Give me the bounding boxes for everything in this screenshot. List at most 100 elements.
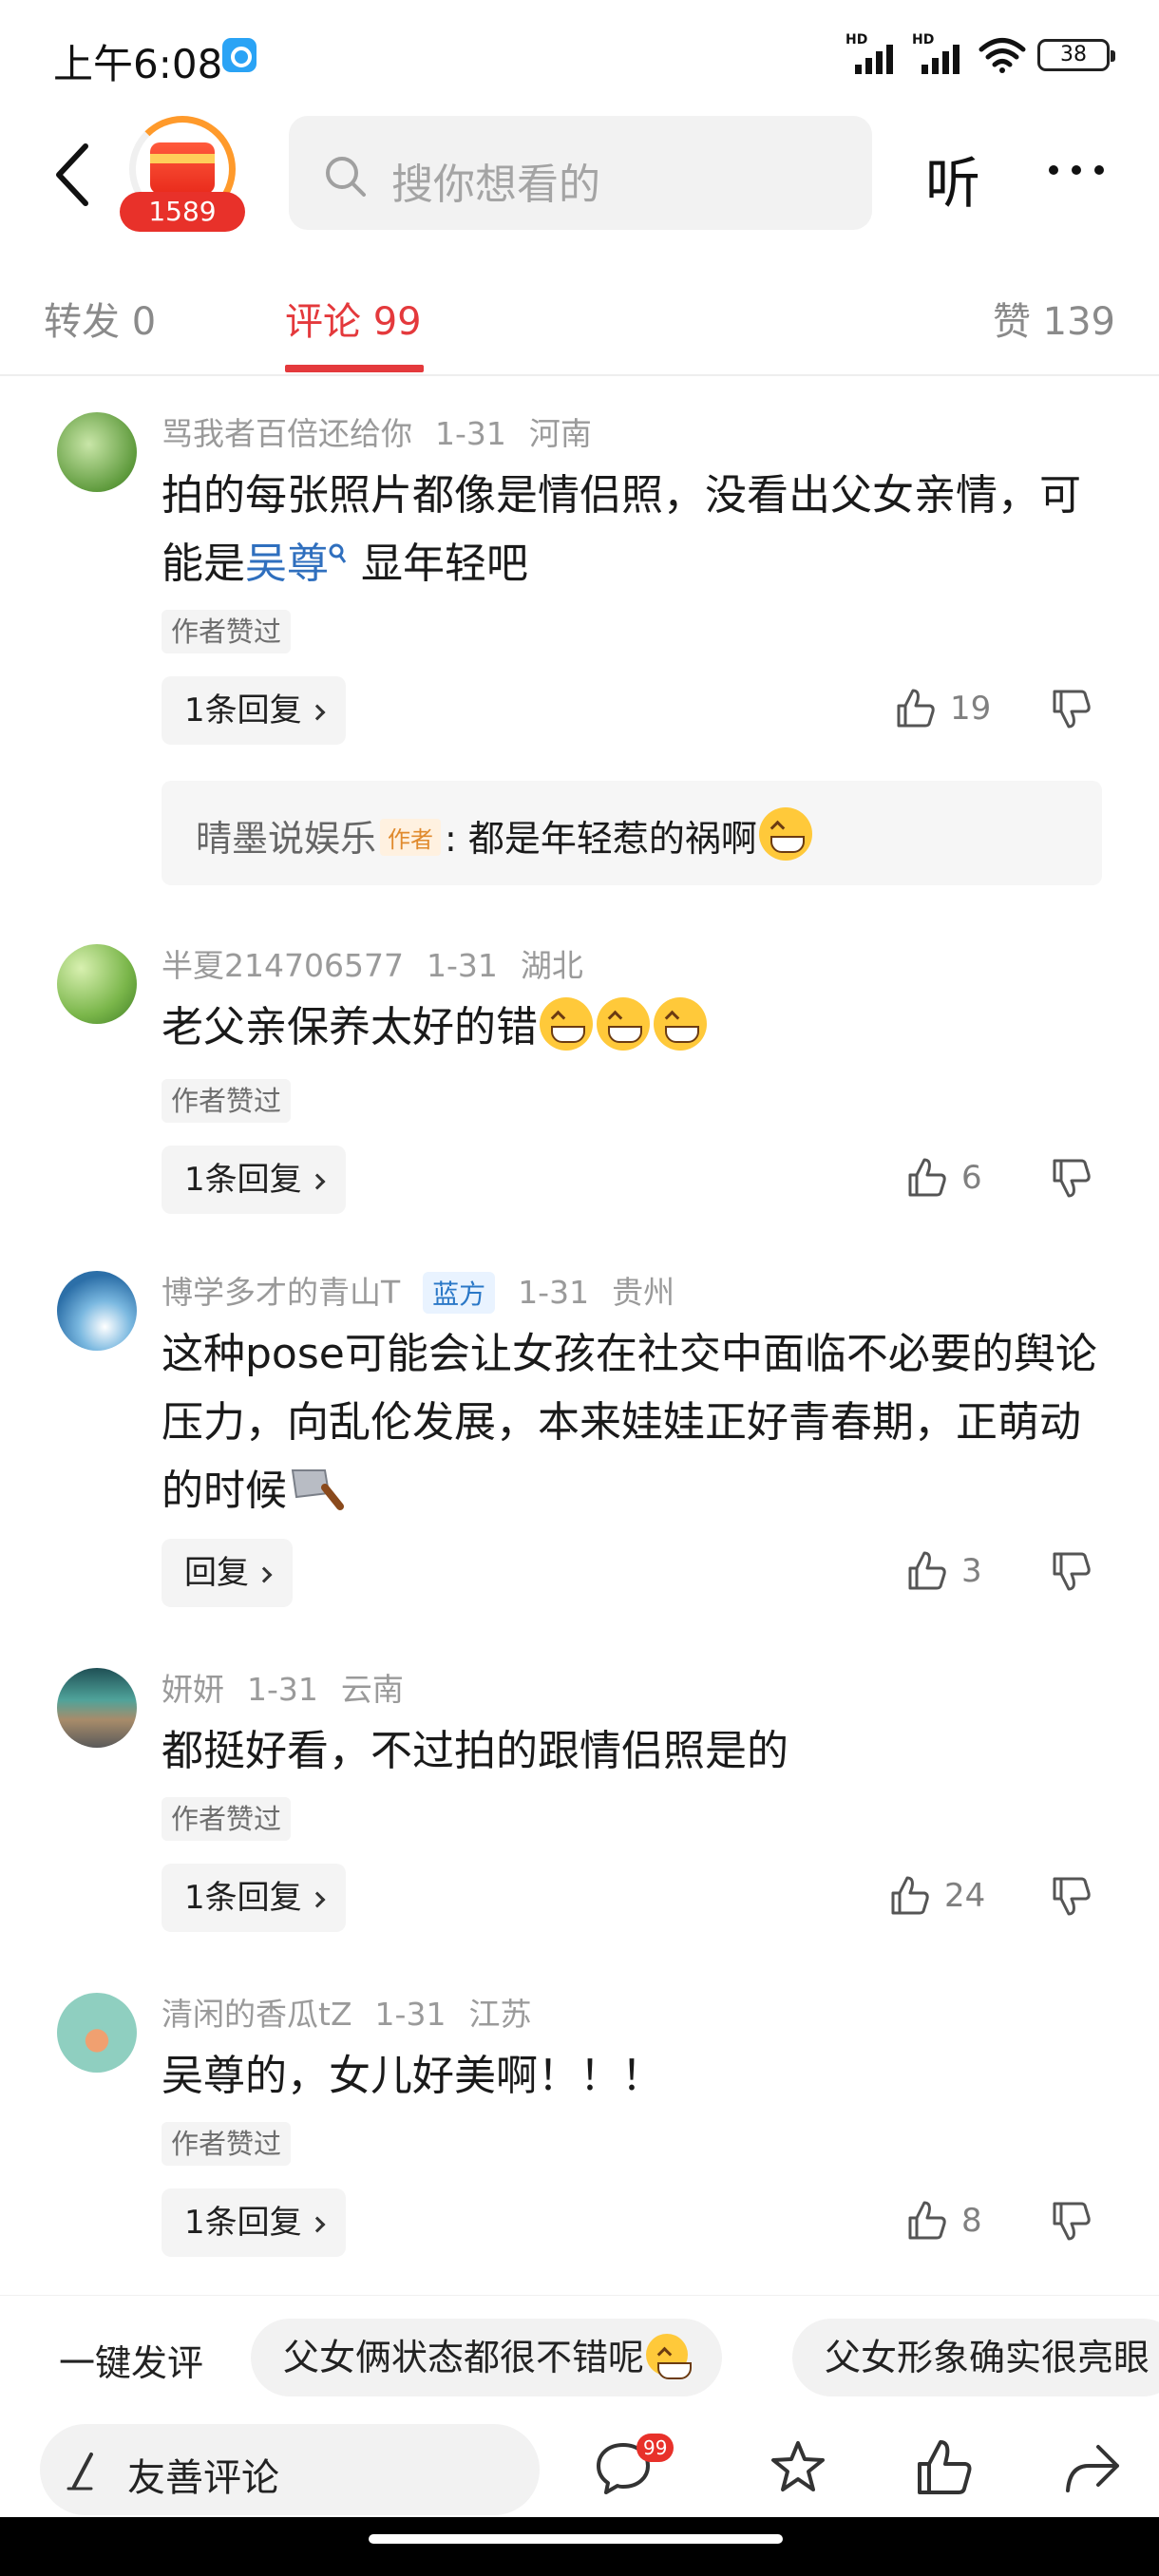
listen-button[interactable]: 听 (925, 139, 980, 218)
username[interactable]: 半夏214706577 (162, 947, 404, 984)
status-time: 上午6:08 (53, 41, 223, 87)
top-nav: 1589 搜你想看的 听 (0, 112, 1159, 236)
author-liked-tag: 作者赞过 (162, 1079, 292, 1123)
like-count: 19 (950, 690, 992, 728)
comment-text-part: 吴尊的，女儿好美啊！！！ (162, 2052, 663, 2100)
tab-bar: 转发 0 评论 99 赞 139 (0, 266, 1159, 376)
status-bar: 上午6:08 HD HD 38 (0, 0, 1159, 112)
battery-icon: 38 (1037, 39, 1115, 71)
quick-comment-chip[interactable]: 父女形象确实很亮眼 (792, 2319, 1159, 2396)
view-replies-button[interactable]: 1条回复 (162, 676, 346, 745)
comment-location: 湖北 (520, 947, 583, 984)
comment-meta: 半夏214706577 1-31 湖北 (162, 940, 606, 986)
grin-emoji-icon (654, 997, 707, 1051)
username[interactable]: 妍妍 (162, 1671, 224, 1708)
comment-date: 1-31 (374, 1996, 446, 2033)
like-button[interactable]: 3 (906, 1550, 982, 1592)
reply-label: 1条回复 (184, 1161, 302, 1199)
avatar[interactable] (57, 1668, 137, 1748)
reply-label: 回复 (184, 1554, 249, 1592)
comment-date: 1-31 (426, 947, 498, 984)
sub-reply-text: 晴墨说娱乐 作者: 都是年轻惹的祸啊 (196, 807, 814, 862)
reply-label: 1条回复 (184, 2204, 302, 2242)
view-replies-button[interactable]: 1条回复 (162, 1146, 346, 1214)
red-packet-icon (150, 142, 215, 194)
tab-repost[interactable]: 转发 0 (44, 291, 156, 346)
username[interactable]: 清闲的香瓜tZ (162, 1996, 352, 2033)
comment-text: 这种pose可能会让女孩在社交中面临不必要的舆论压力，向乱伦发展，本来娃娃正好青… (162, 1320, 1102, 1525)
comment-date: 1-31 (247, 1671, 318, 1708)
comment-text: 都挺好看，不过拍的跟情侣照是的 (162, 1717, 1102, 1786)
comment-text: 吴尊的，女儿好美啊！！！ (162, 2042, 1102, 2111)
view-replies-button[interactable]: 1条回复 (162, 1864, 346, 1932)
author-liked-tag: 作者赞过 (162, 2122, 292, 2166)
back-arrow-icon[interactable] (49, 141, 97, 209)
like-count: 24 (944, 1877, 986, 1915)
comment-location: 河南 (528, 415, 592, 452)
avatar[interactable] (57, 944, 137, 1024)
like-button[interactable]: 19 (895, 688, 991, 729)
notification-app-icon (222, 38, 256, 72)
comment-input[interactable]: 友善评论 (40, 2424, 540, 2515)
comment-text-part: 老父亲保养太好的错 (162, 1003, 538, 1051)
comment-page: 上午6:08 HD HD 38 1589 搜你想看的 听 转发 0 评论 99 … (0, 0, 1159, 2576)
comment-meta: 妍妍 1-31 云南 (162, 1664, 427, 1710)
comment-date: 1-31 (518, 1274, 590, 1311)
avatar[interactable] (57, 1993, 137, 2073)
comment-text-part: 显年轻吧 (348, 540, 528, 588)
quick-comment-label: 一键发评 (59, 2342, 204, 2384)
home-indicator-bar[interactable] (369, 2534, 783, 2544)
like-button[interactable]: 6 (906, 1157, 982, 1199)
reply-label: 1条回复 (184, 1879, 302, 1917)
thumbs-up-icon (908, 2201, 946, 2240)
grin-emoji-icon (597, 997, 650, 1051)
thumbs-down-icon[interactable] (1051, 688, 1092, 729)
topic-link[interactable]: 吴尊 (245, 540, 348, 588)
search-small-icon (329, 543, 347, 563)
comment-text: 拍的每张照片都像是情侣照，没看出父女亲情，可能是吴尊 显年轻吧 (162, 462, 1102, 598)
topic-link-label: 吴尊 (245, 540, 329, 588)
quick-comment-chip[interactable]: 父女俩状态都很不错呢 (251, 2319, 723, 2396)
comment-location: 云南 (340, 1671, 404, 1708)
star-icon[interactable] (768, 2437, 828, 2498)
sub-reply[interactable]: 晴墨说娱乐 作者: 都是年轻惹的祸啊 (162, 781, 1102, 885)
comment-location: 贵州 (612, 1274, 675, 1311)
tab-comment[interactable]: 评论 99 (285, 291, 422, 346)
username[interactable]: 骂我者百倍还给你 (162, 415, 412, 452)
more-icon[interactable] (1047, 163, 1106, 177)
search-icon (326, 157, 366, 197)
avatar[interactable] (57, 1271, 137, 1351)
like-button[interactable]: 8 (906, 2200, 982, 2242)
chevron-right-icon (309, 1173, 326, 1190)
like-button[interactable]: 24 (889, 1875, 985, 1917)
avatar[interactable] (57, 412, 137, 492)
active-tab-indicator (285, 365, 424, 372)
thumbs-up-icon (908, 1551, 946, 1590)
thumbs-down-icon[interactable] (1051, 1550, 1092, 1592)
sweat-smile-emoji-icon (758, 807, 812, 861)
thumbs-down-icon[interactable] (1051, 2200, 1092, 2242)
chevron-right-icon (309, 704, 326, 721)
red-packet-reward[interactable]: 1589 (120, 116, 245, 234)
comment-meta: 骂我者百倍还给你 1-31 河南 (162, 408, 615, 454)
comment-count-badge: 99 (636, 2434, 674, 2462)
thumbs-up-icon[interactable] (914, 2437, 975, 2498)
team-badge: 蓝方 (423, 1272, 496, 1314)
tab-like[interactable]: 赞 139 (993, 291, 1115, 346)
username[interactable]: 博学多才的青山T (162, 1274, 400, 1311)
sub-reply-author[interactable]: 晴墨说娱乐 (196, 818, 376, 860)
thumbs-down-icon[interactable] (1051, 1875, 1092, 1917)
view-replies-button[interactable]: 1条回复 (162, 2188, 346, 2257)
author-liked-tag: 作者赞过 (162, 610, 292, 653)
reply-label: 1条回复 (184, 691, 302, 729)
wink-emoji-icon (646, 2334, 693, 2379)
share-arrow-icon[interactable] (1062, 2437, 1123, 2498)
comment-text: 老父亲保养太好的错 (162, 994, 1102, 1062)
author-badge: 作者 (380, 819, 442, 856)
chevron-right-icon (256, 1566, 273, 1583)
search-input[interactable]: 搜你想看的 (289, 116, 872, 230)
comment-text-part: 都挺好看，不过拍的跟情侣照是的 (162, 1727, 788, 1775)
reply-button[interactable]: 回复 (162, 1539, 293, 1607)
thumbs-down-icon[interactable] (1051, 1157, 1092, 1199)
comment-date: 1-31 (435, 415, 506, 452)
